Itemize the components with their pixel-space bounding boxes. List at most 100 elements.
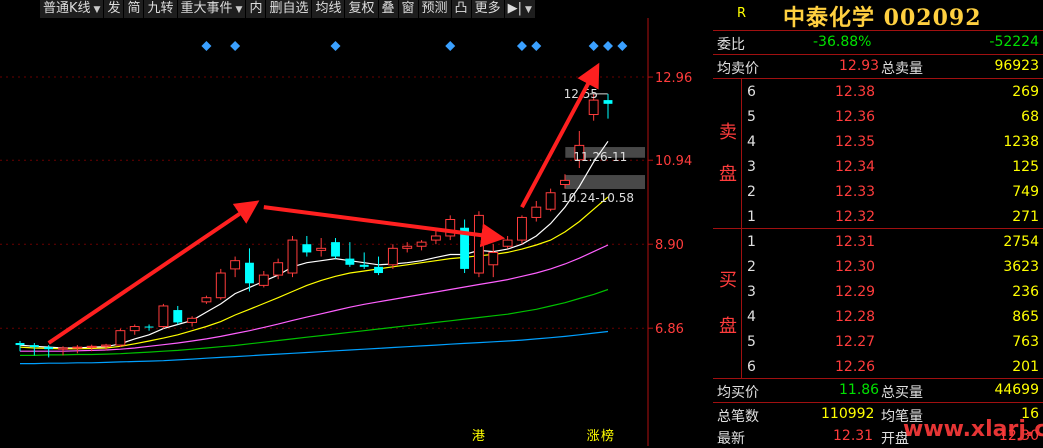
event-marker: 港 [472, 429, 485, 444]
toolbar-item-2[interactable]: 简 [124, 0, 145, 18]
candle-body [187, 317, 198, 323]
toolbar-item-10[interactable]: 窗 [398, 0, 419, 18]
sell-level-6[interactable]: 6 12.38 269 [713, 82, 1043, 103]
toolbar-item-0[interactable]: 普通K线 [40, 0, 105, 18]
sell-side-char1: 卖 [719, 122, 737, 143]
signal-diamond [445, 41, 456, 51]
sell-level-num: 1 [747, 209, 756, 225]
sell-price: 12.33 [835, 184, 876, 200]
trend-arrow [263, 205, 506, 248]
buy-level-num: 5 [747, 334, 756, 350]
y-tick-label: 8.90 [655, 238, 684, 253]
toolbar-item-4[interactable]: 重大事件 [177, 0, 247, 18]
buy-level-4[interactable]: 4 12.28 865 [713, 307, 1043, 328]
signal-diamond [201, 41, 212, 51]
candle-body [215, 272, 226, 299]
candle-body [173, 310, 183, 323]
buy-volume: 201 [1012, 359, 1039, 375]
signal-diamond [516, 41, 527, 51]
sell-level-4[interactable]: 4 12.35 1238 [713, 132, 1043, 153]
sell-level-1[interactable]: 1 12.32 271 [713, 207, 1043, 228]
total-buy-label: 总买量 [881, 385, 923, 401]
toolbar-item-7[interactable]: 均线 [312, 0, 346, 18]
sell-level-3[interactable]: 3 12.34 125 [713, 157, 1043, 178]
avg-buy-row: 均买价 11.86 总买量 44699 [713, 380, 1043, 401]
signal-diamond [531, 41, 542, 51]
candle-body [545, 192, 556, 210]
sell-level-num: 4 [747, 134, 756, 150]
buy-volume: 2754 [1003, 234, 1039, 250]
kline-chart[interactable]: 12.9610.948.906.8612.5511.26-1110.24-10.… [0, 18, 705, 446]
candle-body [72, 346, 83, 349]
signal-diamond [603, 41, 613, 51]
toolbar-item-9[interactable]: 叠 [378, 0, 399, 18]
buy-price: 12.26 [835, 359, 876, 375]
toolbar-item-13[interactable]: 更多 [471, 0, 505, 18]
event-marker: 涨 [587, 429, 600, 444]
buy-volume: 3623 [1003, 259, 1039, 275]
avg-sell-price: 12.93 [839, 58, 880, 74]
weibi-value: -52224 [989, 34, 1039, 50]
sell-level-num: 5 [747, 109, 756, 125]
buy-price: 12.29 [835, 284, 876, 300]
candle-body [86, 345, 97, 348]
candle-body [29, 345, 39, 348]
buy-side-char2: 盘 [719, 316, 737, 337]
y-tick-label: 12.96 [655, 71, 692, 86]
ma-line-2 [20, 244, 609, 352]
buy-level-2[interactable]: 2 12.30 3623 [713, 257, 1043, 278]
signal-diamond [330, 41, 341, 51]
buy-level-5[interactable]: 5 12.27 763 [713, 332, 1043, 353]
sell-volume: 1238 [1003, 134, 1039, 150]
sell-volume: 125 [1012, 159, 1039, 175]
candle-body [258, 274, 269, 286]
candle-body [345, 258, 355, 265]
toolbar-item-14[interactable]: ▶| [504, 0, 536, 18]
toolbar-item-1[interactable]: 发 [104, 0, 125, 18]
candle-body [430, 235, 441, 241]
sell-volume: 271 [1012, 209, 1039, 225]
buy-level-6[interactable]: 6 12.26 201 [713, 357, 1043, 378]
toolbar-item-8[interactable]: 复权 [345, 0, 379, 18]
buy-level-1[interactable]: 1 12.31 2754 [713, 232, 1043, 253]
weibi-row: 委比 -36.88% -52224 [713, 32, 1043, 53]
sell-price: 12.35 [835, 134, 876, 150]
candle-body [588, 99, 599, 116]
weibi-label: 委比 [717, 37, 745, 53]
toolbar-item-5[interactable]: 内 [246, 0, 267, 18]
sell-price: 12.38 [835, 84, 876, 100]
total-buy-vol: 44699 [994, 382, 1039, 398]
candle-body [416, 241, 427, 247]
buy-level-3[interactable]: 3 12.29 236 [713, 282, 1043, 303]
sell-volume: 749 [1012, 184, 1039, 200]
candle-body [603, 100, 613, 104]
stock-name: 中泰化学 002092 [783, 5, 982, 31]
sell-level-num: 3 [747, 159, 756, 175]
sell-level-5[interactable]: 5 12.36 68 [713, 107, 1043, 128]
sell-side-char2: 盘 [719, 164, 737, 185]
toolbar-item-12[interactable]: 凸 [451, 0, 472, 18]
trades-value: 110992 [821, 406, 875, 422]
toolbar-item-6[interactable]: 删自选 [266, 0, 313, 18]
candle-body [201, 297, 212, 303]
watermark: www.xlarj.com [903, 417, 1043, 442]
weibi-pct: -36.88% [813, 34, 872, 50]
sell-level-2[interactable]: 2 12.33 749 [713, 182, 1043, 203]
toolbar-item-3[interactable]: 九转 [144, 0, 178, 18]
candle-body [44, 347, 54, 350]
toolbar-item-11[interactable]: 预测 [418, 0, 452, 18]
sell-volume: 68 [1021, 109, 1039, 125]
avg-sell-label: 均卖价 [717, 61, 759, 77]
candle-body [15, 343, 25, 346]
latest-label: 最新 [717, 431, 745, 447]
trades-label: 总笔数 [717, 409, 759, 425]
avg-buy-label: 均买价 [717, 385, 759, 401]
candle-body [245, 262, 254, 284]
sell-price: 12.34 [835, 159, 876, 175]
sell-level-num: 2 [747, 184, 756, 200]
market-code: R [737, 6, 747, 21]
chart-toolbar: 普通K线发简九转重大事件内删自选均线复权叠窗预测凸更多▶| [0, 0, 652, 18]
sell-price: 12.36 [835, 109, 876, 125]
candle-body [488, 251, 499, 266]
buy-side-char1: 买 [719, 270, 737, 291]
